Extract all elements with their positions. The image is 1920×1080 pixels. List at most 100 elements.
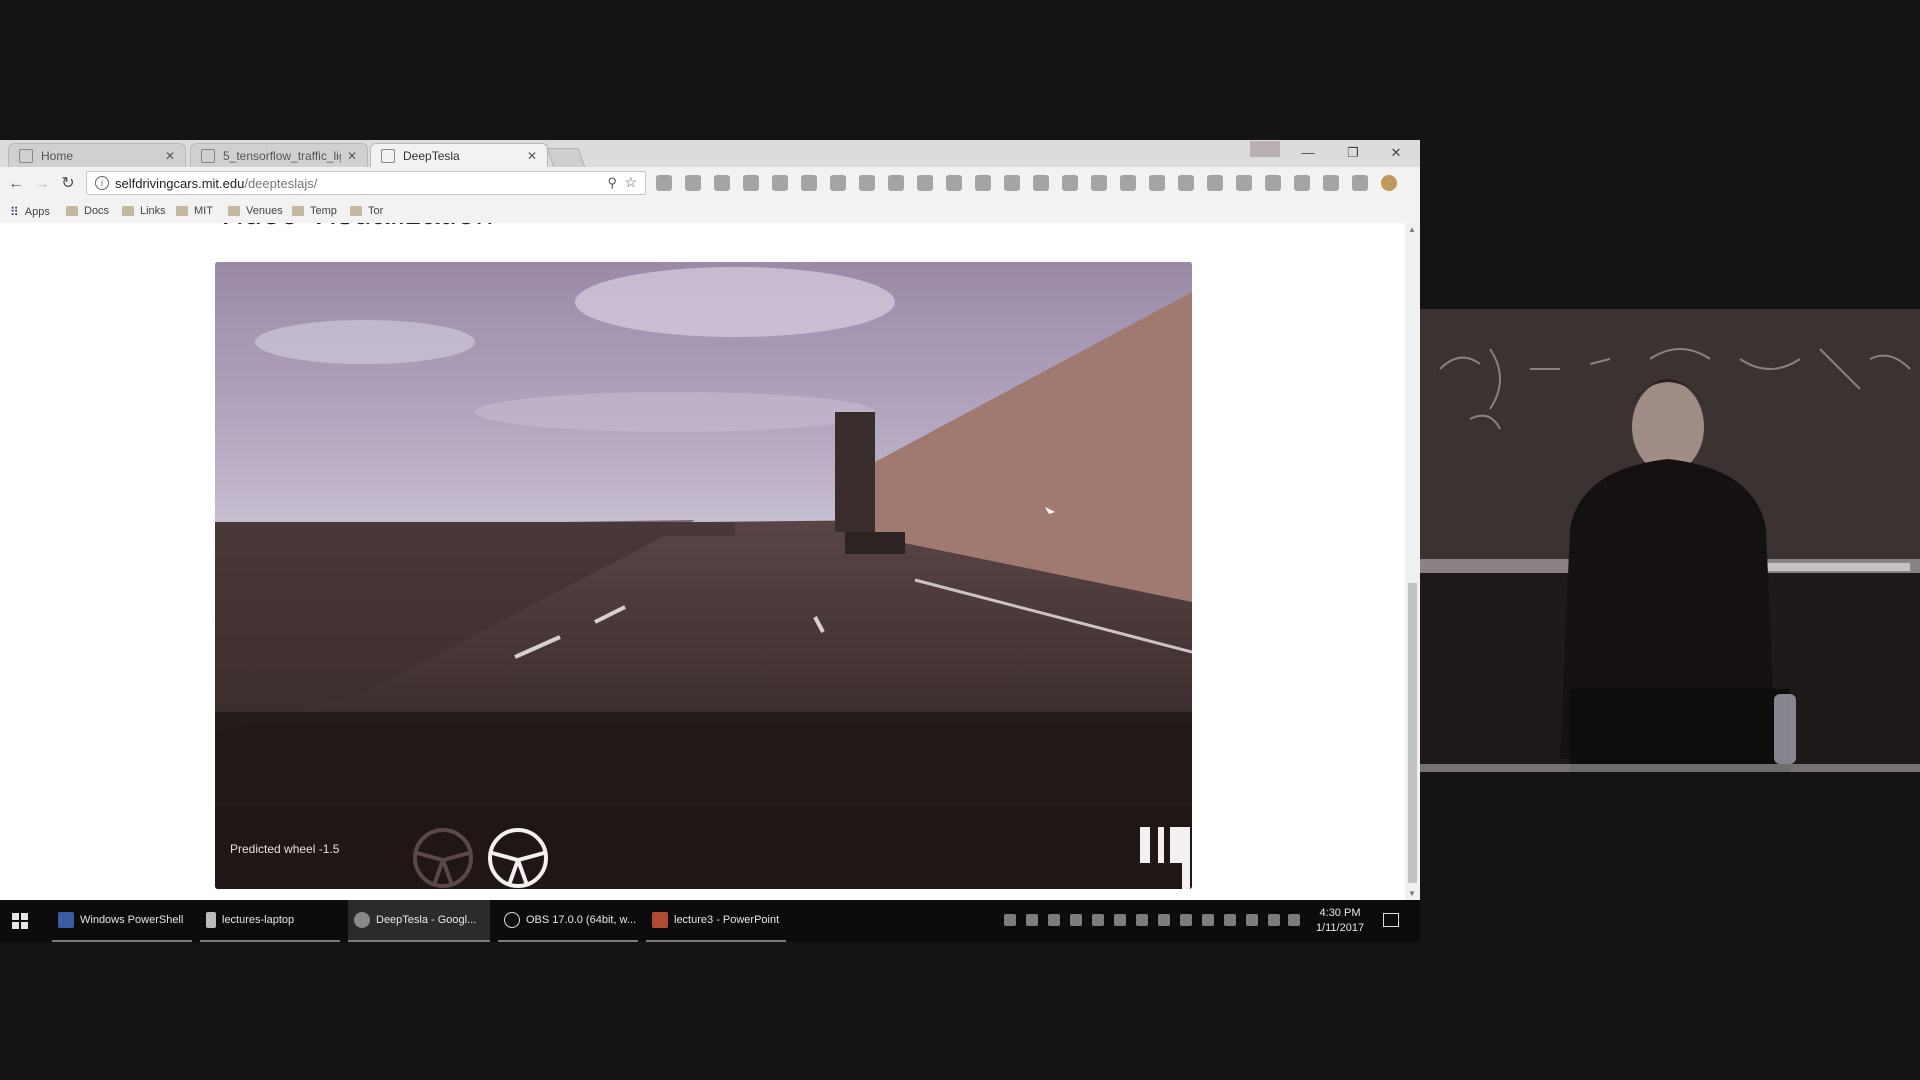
cloud-icon[interactable] xyxy=(1114,914,1126,926)
bookmark-venues[interactable]: Venues xyxy=(228,205,283,217)
menu-alert-icon[interactable] xyxy=(1381,175,1397,191)
reload-icon[interactable]: ↻ xyxy=(58,174,78,194)
taskbar-label: DeepTesla - Googl... xyxy=(376,914,477,926)
new-tab-button[interactable] xyxy=(546,148,586,168)
video-visualization[interactable]: Predicted wheel -1.5 xyxy=(215,262,1192,889)
tray-icon[interactable] xyxy=(1070,914,1082,926)
volume-icon[interactable] xyxy=(1288,914,1300,926)
extension-icon[interactable] xyxy=(714,175,730,191)
dropbox-icon[interactable] xyxy=(1224,914,1236,926)
extension-icon[interactable] xyxy=(1207,175,1223,191)
bar xyxy=(1182,847,1190,889)
bookmarks-bar: ⠿ Apps Docs Links MIT Venues Temp Tor xyxy=(0,201,1420,224)
clock-date: 1/11/2017 xyxy=(1315,922,1365,934)
restore-icon[interactable]: ❐ xyxy=(1335,142,1371,164)
taskbar-powershell[interactable]: Windows PowerShell xyxy=(52,900,192,942)
chrome-icon xyxy=(354,912,370,928)
close-window-icon[interactable]: ✕ xyxy=(1378,142,1414,164)
extension-icon[interactable] xyxy=(1149,175,1165,191)
extension-icon[interactable] xyxy=(656,175,672,191)
bookmark-links[interactable]: Links xyxy=(122,205,166,217)
extension-icon[interactable] xyxy=(1033,175,1049,191)
extension-icon[interactable] xyxy=(801,175,817,191)
bookmark-label: Docs xyxy=(84,205,110,217)
extension-icon[interactable] xyxy=(1265,175,1281,191)
url-path: /deepteslajs/ xyxy=(244,175,318,191)
tab-tensorflow[interactable]: 5_tensorflow_traffic_ligh ✕ xyxy=(190,143,368,167)
shield-icon[interactable] xyxy=(1092,914,1104,926)
extension-icon[interactable] xyxy=(917,175,933,191)
close-tab-icon[interactable]: ✕ xyxy=(347,149,357,163)
extension-icon[interactable] xyxy=(888,175,904,191)
extension-icon[interactable] xyxy=(743,175,759,191)
extension-icon[interactable] xyxy=(1120,175,1136,191)
bookmark-tor[interactable]: Tor xyxy=(350,205,383,217)
extension-icon[interactable] xyxy=(946,175,962,191)
extension-icon[interactable] xyxy=(1323,175,1339,191)
extension-icon[interactable] xyxy=(1352,175,1368,191)
close-tab-icon[interactable]: ✕ xyxy=(527,149,537,163)
tray-icon[interactable] xyxy=(1202,914,1214,926)
extension-icon[interactable] xyxy=(1236,175,1252,191)
extension-icon[interactable] xyxy=(685,175,701,191)
scroll-down-icon[interactable]: ▼ xyxy=(1408,889,1416,898)
extension-icon[interactable] xyxy=(1062,175,1078,191)
tab-home[interactable]: Home ✕ xyxy=(8,143,186,167)
windows-start-icon[interactable] xyxy=(12,913,28,929)
back-icon[interactable]: ← xyxy=(6,174,26,194)
scroll-up-icon[interactable]: ▲ xyxy=(1408,225,1416,234)
powerpoint-icon xyxy=(652,912,668,928)
extension-icon[interactable] xyxy=(772,175,788,191)
bookmark-label: Temp xyxy=(310,205,337,217)
info-icon[interactable]: i xyxy=(95,176,109,190)
extension-icon[interactable] xyxy=(1091,175,1107,191)
extension-icon[interactable] xyxy=(1004,175,1020,191)
lecturer-webcam-feed xyxy=(1420,309,1920,772)
tray-icon[interactable] xyxy=(1004,914,1016,926)
bookmark-mit[interactable]: MIT xyxy=(176,205,213,217)
wifi-icon[interactable] xyxy=(1268,914,1280,926)
predicted-wheel-value: -1.5 xyxy=(318,842,340,856)
scrollbar-thumb[interactable] xyxy=(1408,583,1417,883)
taskbar-chrome[interactable]: DeepTesla - Googl... xyxy=(348,900,490,942)
page-scrollbar[interactable]: ▲ ▼ xyxy=(1405,223,1420,900)
page-icon xyxy=(19,148,33,163)
taskbar-lectures-laptop[interactable]: lectures-laptop xyxy=(200,900,340,942)
forward-icon[interactable]: → xyxy=(32,174,52,194)
folder-icon xyxy=(292,206,304,216)
file-icon xyxy=(206,912,216,928)
bookmark-docs[interactable]: Docs xyxy=(66,205,109,217)
battery-icon[interactable] xyxy=(1246,914,1258,926)
bluetooth-icon[interactable] xyxy=(1136,914,1148,926)
clock-time: 4:30 PM xyxy=(1319,907,1361,919)
bookmark-star-icon[interactable]: ☆ xyxy=(624,174,637,191)
prediction-hud: Predicted wheel -1.5 xyxy=(215,807,1192,889)
extension-icon[interactable] xyxy=(1178,175,1194,191)
extension-icon[interactable] xyxy=(975,175,991,191)
extensions-area xyxy=(656,175,1416,195)
taskbar-powerpoint[interactable]: lecture3 - PowerPoint xyxy=(646,900,786,942)
extension-icon[interactable] xyxy=(1294,175,1310,191)
page-icon xyxy=(201,148,215,163)
profile-icon[interactable] xyxy=(1250,141,1280,157)
tray-icon[interactable] xyxy=(1048,914,1060,926)
extension-icon[interactable] xyxy=(830,175,846,191)
taskbar-clock[interactable]: 4:30 PM 1/11/2017 xyxy=(1310,906,1370,936)
tab-label: Home xyxy=(41,148,74,163)
tray-icon[interactable] xyxy=(1158,914,1170,926)
extension-icon[interactable] xyxy=(859,175,875,191)
tab-deeptesla[interactable]: DeepTesla ✕ xyxy=(370,143,548,167)
bookmark-apps[interactable]: ⠿ Apps xyxy=(10,205,50,219)
minimize-icon[interactable]: — xyxy=(1290,142,1326,164)
notifications-icon[interactable] xyxy=(1383,913,1399,927)
tray-icon[interactable] xyxy=(1026,914,1038,926)
url-host: selfdrivingcars.mit.edu xyxy=(115,175,245,191)
address-bar[interactable]: i selfdrivingcars.mit.edu/deepteslajs/ ⚲… xyxy=(86,171,646,195)
zoom-icon[interactable]: ⚲ xyxy=(607,175,617,191)
taskbar-obs[interactable]: OBS 17.0.0 (64bit, w... xyxy=(498,900,638,942)
taskbar-label: Windows PowerShell xyxy=(80,914,184,926)
bookmark-temp[interactable]: Temp xyxy=(292,205,337,217)
close-tab-icon[interactable]: ✕ xyxy=(165,149,175,163)
tray-icon[interactable] xyxy=(1180,914,1192,926)
folder-icon xyxy=(122,206,134,216)
